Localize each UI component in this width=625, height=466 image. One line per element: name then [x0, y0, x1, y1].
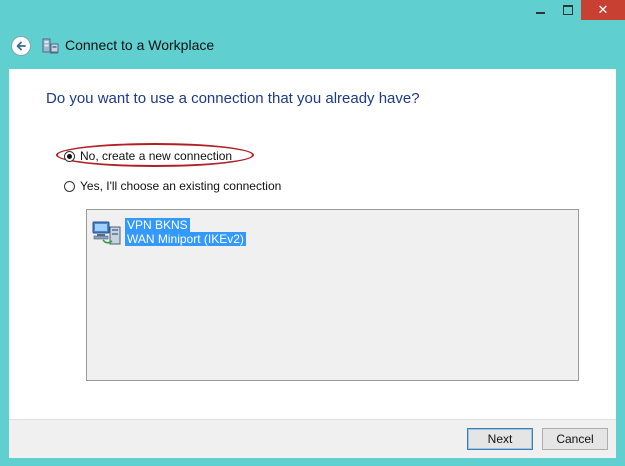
cancel-button[interactable]: Cancel [542, 428, 608, 450]
back-button[interactable] [11, 36, 31, 56]
dialog-header: Connect to a Workplace [0, 28, 625, 66]
vpn-connection-icon [92, 221, 121, 245]
radio-button[interactable] [64, 150, 75, 162]
content-panel: Do you want to use a connection that you… [9, 69, 616, 419]
connection-name: VPN BKNS [125, 218, 190, 232]
dialog-window: ✕ Connect to a Workplace Do you want to … [0, 0, 625, 466]
connection-item[interactable]: VPN BKNS WAN Miniport (IKEv2) [91, 218, 246, 248]
close-icon: ✕ [597, 2, 609, 17]
minimize-icon [536, 12, 545, 14]
back-arrow-icon [16, 41, 26, 51]
radio-button[interactable] [64, 180, 75, 192]
option-use-existing[interactable]: Yes, I'll choose an existing connection [64, 177, 281, 195]
dialog-footer: Next Cancel [9, 419, 616, 458]
window-title: Connect to a Workplace [65, 37, 215, 53]
next-button[interactable]: Next [467, 428, 533, 450]
minimize-button[interactable] [527, 0, 554, 20]
option-create-new[interactable]: No, create a new connection [64, 147, 232, 165]
maximize-button[interactable] [554, 0, 581, 20]
radio-selected-dot [67, 153, 72, 159]
option-label: Yes, I'll choose an existing connection [80, 179, 282, 193]
workplace-network-icon [42, 38, 59, 54]
page-heading: Do you want to use a connection that you… [46, 90, 420, 107]
connection-list[interactable]: VPN BKNS WAN Miniport (IKEv2) [86, 209, 579, 381]
connection-device: WAN Miniport (IKEv2) [125, 232, 246, 246]
option-label: No, create a new connection [80, 149, 233, 163]
close-button[interactable]: ✕ [581, 0, 625, 20]
maximize-icon [562, 5, 573, 15]
